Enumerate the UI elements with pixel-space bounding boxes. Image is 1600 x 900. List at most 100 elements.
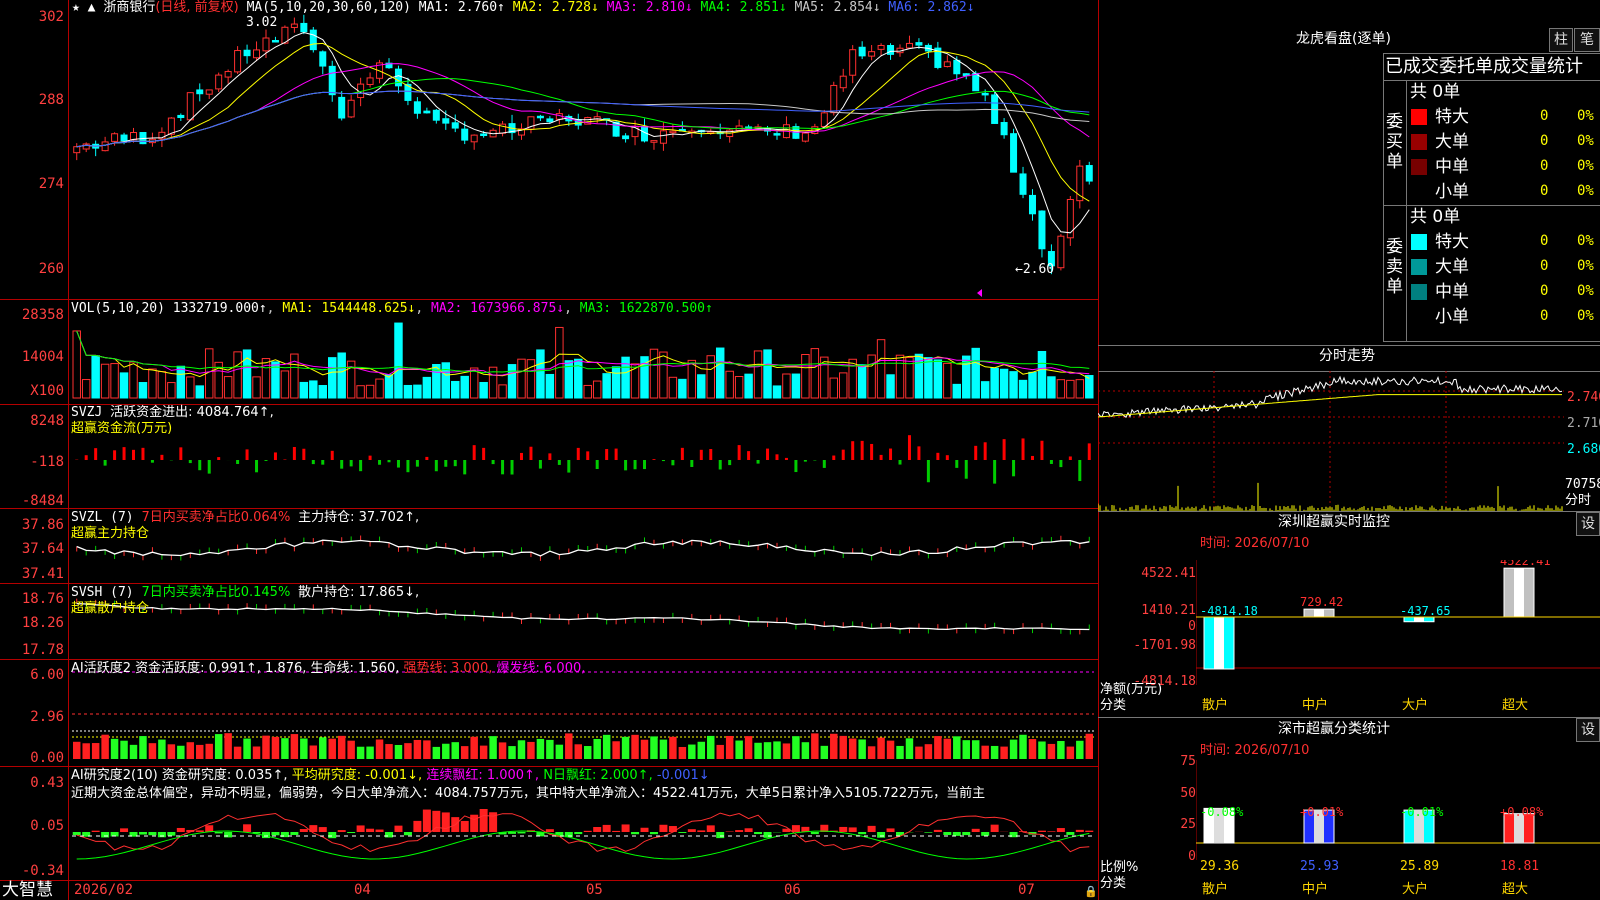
- flow-bar: [766, 448, 770, 460]
- activity-bar: [110, 738, 119, 759]
- activity-bar: [877, 737, 885, 759]
- research-bar: [195, 830, 204, 832]
- candle: [73, 146, 81, 154]
- volume-bar: [365, 384, 375, 399]
- flow-bar: [396, 460, 400, 468]
- monitor-time: 时间: 2026/07/10: [1200, 536, 1310, 551]
- research-bar: [848, 827, 857, 832]
- svsh-tick: 18.26: [21, 615, 64, 631]
- volume-bar: [252, 376, 261, 399]
- stats-cat: 大户: [1402, 882, 1429, 897]
- vol-tick: 14004: [21, 349, 64, 365]
- monitor-cat: 散户: [1202, 698, 1229, 713]
- volume-bar: [119, 372, 129, 399]
- volume-bar: [659, 351, 668, 399]
- flow-bar: [273, 452, 277, 460]
- svzj-sub: 超赢资金流(万元): [71, 421, 173, 436]
- volume-bar: [356, 385, 365, 399]
- stats-tick: 75: [1180, 754, 1196, 769]
- volume-bar: [451, 380, 460, 399]
- activity-bar: [309, 745, 318, 759]
- activity-bar: [158, 739, 166, 759]
- activity-bar: [943, 738, 952, 759]
- research-bar: [517, 832, 526, 834]
- candle: [622, 135, 630, 140]
- expand-triangle-icon[interactable]: ▲: [88, 0, 96, 15]
- candle: [186, 92, 194, 121]
- fenshi-chart[interactable]: [1098, 371, 1564, 511]
- activity-bar: [498, 742, 507, 759]
- flow-bar: [444, 460, 448, 467]
- volume-bar: [233, 351, 242, 399]
- research-bar: [877, 832, 886, 838]
- activity-bar: [631, 734, 639, 759]
- activity-bar: [1076, 740, 1084, 759]
- activity-bar: [971, 740, 980, 759]
- sell-color-swatch: [1411, 309, 1427, 325]
- candle: [196, 89, 204, 95]
- monitor-tick: 0: [1188, 619, 1196, 634]
- candle: [243, 49, 251, 57]
- period-label[interactable]: (日线, 前复权): [155, 0, 238, 15]
- stats-change: -0.01%: [1400, 805, 1444, 819]
- yjd-comment: 近期大资金总体偏空，异动不明显，偏弱势，今日大单净流入：4084.757万元，其…: [71, 786, 986, 801]
- lock-icon[interactable]: 🔒: [1084, 884, 1098, 899]
- svzj-spec: SVZJ: [71, 405, 103, 420]
- monitor-chart[interactable]: -4814.18 729.42 -437.65 4522.41: [1196, 560, 1600, 690]
- flow-bar: [150, 460, 154, 463]
- volume-bar: [829, 377, 839, 399]
- activity-bar: [252, 746, 261, 759]
- ma6-value: MA6: 2.862↓: [888, 0, 975, 15]
- monitor-bar-label: 729.42: [1300, 595, 1343, 609]
- activity-bar: [319, 737, 327, 759]
- research-bar: [422, 809, 431, 832]
- brand-logo[interactable]: 大智慧: [2, 881, 53, 900]
- flow-bar: [1040, 440, 1044, 460]
- candle: [830, 84, 838, 114]
- volume-bar: [148, 368, 157, 399]
- flow-bar: [1049, 460, 1053, 464]
- ma-line: [76, 77, 1090, 148]
- activity-bar: [233, 746, 242, 759]
- chart-canvas[interactable]: [0, 0, 1098, 900]
- activity-bar: [546, 739, 554, 759]
- activity-bar: [337, 735, 346, 759]
- ma-line: [76, 90, 1090, 148]
- candle: [319, 51, 327, 67]
- flow-bar: [415, 460, 419, 467]
- research-bar: [167, 832, 176, 836]
- activity-bar: [489, 736, 497, 759]
- flow-bar: [595, 460, 599, 469]
- volume-bar: [1075, 379, 1085, 399]
- svzl-tick: 37.64: [21, 541, 64, 557]
- research-bar: [337, 830, 346, 832]
- candle: [858, 46, 866, 57]
- flow-bar: [349, 460, 353, 467]
- svzl-header: SVZL (7) 7日内买卖净占比0.064% 主力持仓: 37.702↑,: [71, 510, 419, 525]
- research-bar: [1056, 828, 1065, 832]
- activity-bar: [1047, 743, 1056, 759]
- research-bar: [659, 824, 668, 832]
- candle: [366, 77, 374, 85]
- bar-view-button[interactable]: 柱: [1549, 28, 1573, 52]
- price-tick: 288: [38, 92, 64, 108]
- flow-bar: [472, 445, 476, 460]
- flow-bar: [1087, 443, 1091, 460]
- research-bar: [176, 827, 185, 832]
- monitor-bar-highlight: [1314, 609, 1324, 617]
- star-icon[interactable]: ★: [72, 0, 80, 15]
- monitor-bar-label: 4522.41: [1500, 560, 1551, 568]
- volume-bar: [744, 373, 753, 399]
- monitor-settings-button[interactable]: 设: [1576, 512, 1600, 536]
- svzj-header: SVZJ 活跃资金进出: 4084.764↑,: [71, 405, 274, 420]
- stats-settings-button[interactable]: 设: [1576, 718, 1600, 742]
- candle: [972, 72, 980, 92]
- candle: [773, 133, 781, 136]
- stats-tick: 50: [1180, 786, 1196, 801]
- activity-bar: [744, 736, 753, 759]
- tick-view-button[interactable]: 笔: [1574, 28, 1600, 52]
- activity-bar: [451, 742, 459, 759]
- candle: [215, 74, 223, 90]
- flow-bar: [198, 460, 202, 471]
- buy-row-count: 0: [1540, 158, 1549, 174]
